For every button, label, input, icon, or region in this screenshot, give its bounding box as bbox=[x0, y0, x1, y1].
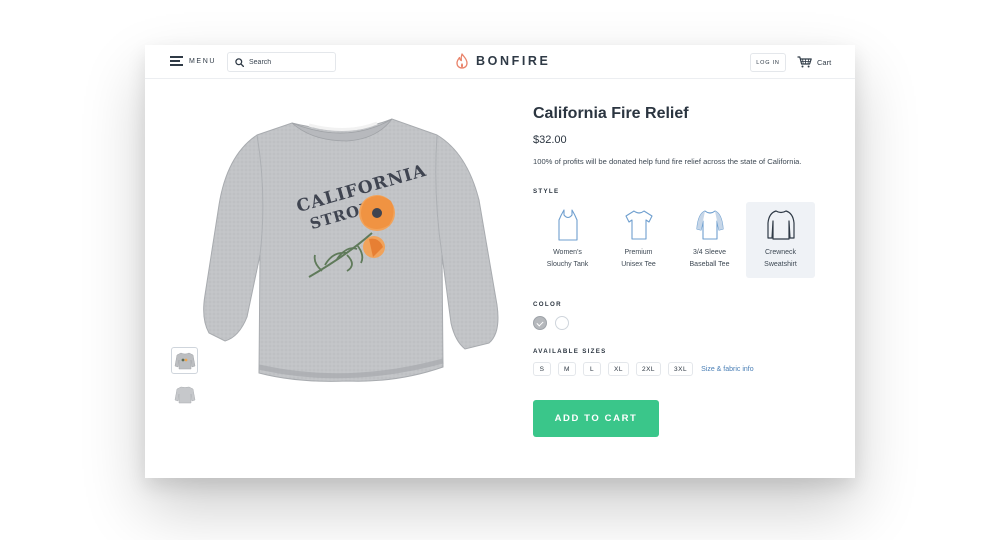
style-options: Women's Slouchy Tank Premium Unisex Tee 3/… bbox=[533, 202, 833, 278]
sweatshirt-thumbnail-icon bbox=[174, 352, 195, 369]
cart-label: Cart bbox=[817, 57, 832, 67]
style-name-line-2: Sweatshirt bbox=[764, 261, 797, 268]
menu-button[interactable]: MENU bbox=[170, 56, 216, 66]
style-name-line-2: Slouchy Tank bbox=[546, 261, 589, 268]
menu-label: MENU bbox=[189, 57, 217, 65]
style-name-line-2: Unisex Tee bbox=[621, 261, 656, 268]
thumbnail-front[interactable] bbox=[171, 347, 198, 374]
color-options bbox=[533, 316, 833, 330]
add-to-cart-button[interactable]: ADD TO CART bbox=[533, 400, 659, 437]
thumbnail-back[interactable] bbox=[171, 381, 198, 408]
style-heading: STYLE bbox=[533, 188, 560, 195]
search-icon bbox=[235, 57, 244, 67]
hamburger-icon bbox=[170, 56, 183, 66]
style-option-tank[interactable]: Women's Slouchy Tank bbox=[533, 202, 602, 278]
size-option-s[interactable]: S bbox=[533, 362, 551, 376]
sizes-heading: AVAILABLE SIZES bbox=[533, 348, 607, 355]
search-input[interactable] bbox=[249, 58, 327, 66]
size-option-l[interactable]: L bbox=[583, 362, 601, 376]
product-image: CALIFORNIA STRONG bbox=[203, 118, 499, 382]
page: MENU BONFIRE LOG IN bbox=[0, 0, 1000, 540]
product-price: $32.00 bbox=[533, 134, 567, 146]
flame-logo-icon bbox=[456, 53, 468, 69]
baseball-tee-icon bbox=[695, 210, 724, 240]
product-details: California Fire Relief $32.00 100% of pr… bbox=[533, 105, 833, 437]
style-name-line-2: Baseball Tee bbox=[689, 261, 730, 268]
style-option-sweatshirt[interactable]: Crewneck Sweatshirt bbox=[746, 202, 815, 278]
size-option-xl[interactable]: XL bbox=[608, 362, 629, 376]
brand-name: BONFIRE bbox=[476, 54, 551, 68]
style-name-line-1: Premium bbox=[624, 249, 653, 256]
style-name-line-1: Women's bbox=[553, 249, 582, 256]
style-option-baseball-tee[interactable]: 3/4 Sleeve Baseball Tee bbox=[675, 202, 744, 278]
size-option-m[interactable]: M bbox=[558, 362, 576, 376]
cart-button[interactable]: Cart bbox=[797, 56, 831, 68]
style-name-line-1: Crewneck bbox=[764, 249, 797, 256]
color-swatch-gray[interactable] bbox=[533, 316, 547, 330]
site-header: MENU BONFIRE LOG IN bbox=[145, 45, 855, 79]
style-name-line-1: 3/4 Sleeve bbox=[692, 249, 727, 256]
brand-logo[interactable]: BONFIRE bbox=[455, 53, 550, 69]
size-options: S M L XL 2XL 3XL Size & fabric info bbox=[533, 362, 833, 376]
color-heading: COLOR bbox=[533, 301, 562, 308]
thumbnail-list bbox=[171, 347, 198, 415]
cart-icon bbox=[797, 56, 812, 68]
product-title: California Fire Relief bbox=[533, 105, 689, 122]
login-button[interactable]: LOG IN bbox=[750, 53, 786, 72]
search-box[interactable] bbox=[227, 52, 336, 72]
size-option-2xl[interactable]: 2XL bbox=[635, 362, 662, 376]
size-option-3xl[interactable]: 3XL bbox=[668, 362, 694, 376]
size-info-link[interactable]: Size & fabric info bbox=[701, 366, 754, 373]
product-description: 100% of profits will be donated help fun… bbox=[533, 157, 802, 166]
tank-icon bbox=[557, 209, 578, 241]
tee-icon bbox=[624, 210, 653, 240]
color-swatch-white[interactable] bbox=[555, 316, 569, 330]
product-window: MENU BONFIRE LOG IN bbox=[145, 45, 855, 478]
style-option-tee[interactable]: Premium Unisex Tee bbox=[604, 202, 673, 278]
sweatshirt-icon bbox=[766, 210, 795, 240]
sweatshirt-back-thumbnail-icon bbox=[174, 386, 195, 403]
